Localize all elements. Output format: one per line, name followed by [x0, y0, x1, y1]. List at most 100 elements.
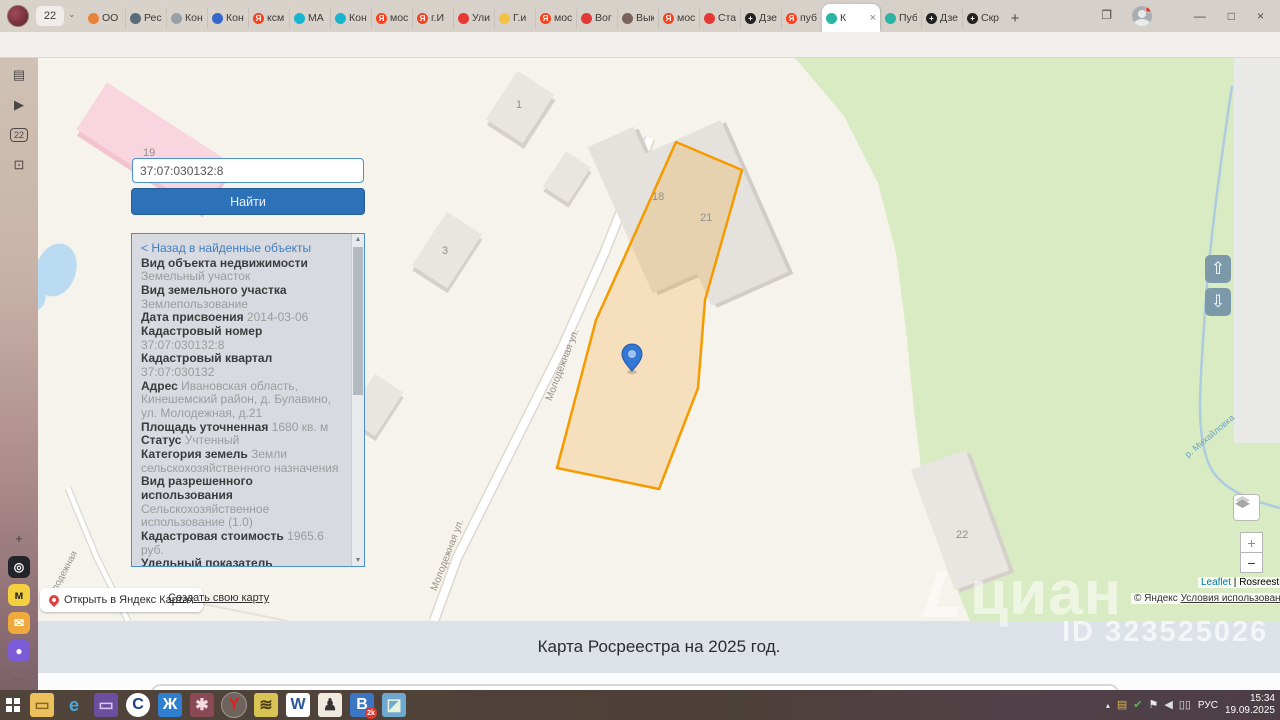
remote-app-icon[interactable]: ▭ — [94, 693, 118, 717]
tab-close-icon[interactable]: × — [870, 12, 876, 24]
tabs-count[interactable]: 22 — [0, 122, 38, 148]
tab[interactable]: Япуб — [781, 7, 822, 29]
bee-icon[interactable]: ≋ — [254, 693, 278, 717]
tab[interactable]: Яг.И — [412, 7, 453, 29]
side-panel-icon[interactable]: ❐ — [1101, 8, 1112, 22]
scrollbar-thumb[interactable] — [353, 247, 363, 395]
tab[interactable]: ОО — [84, 7, 125, 29]
leaflet-attribution: Leaflet | Rosreestr — [1198, 577, 1280, 588]
tray-sound-icon[interactable]: ◀ — [1164, 699, 1172, 711]
minimize-button[interactable]: — — [1194, 9, 1206, 23]
tabs-count-glyph: 22 — [9, 128, 28, 142]
yandex-attribution: © Яндекс Условия использования — [1131, 593, 1280, 604]
professor-icon[interactable]: ♟ — [318, 693, 342, 717]
profile-icon[interactable] — [1132, 6, 1152, 26]
down-arrow-icon: ⇩ — [1210, 292, 1226, 311]
tab[interactable]: МА — [289, 7, 330, 29]
close-button[interactable]: × — [1257, 9, 1264, 23]
map-canvas[interactable]: р. Михайловка 19 1 3 18 21 22 Молодежная… — [38, 58, 1280, 621]
tray-chevron-icon[interactable]: ▴ — [1106, 701, 1110, 710]
leaflet-link[interactable]: Leaflet — [1201, 577, 1231, 588]
tab[interactable]: Г.и — [494, 7, 535, 29]
zoom-in-button[interactable]: + — [1240, 532, 1263, 553]
tab[interactable]: Ста — [699, 7, 740, 29]
create-map-link[interactable]: Создать свою карту — [168, 592, 269, 604]
tab-label: Вог — [595, 12, 612, 24]
mail-app-icon[interactable]: ✉ — [8, 612, 30, 634]
tab-favicon-icon — [88, 12, 99, 24]
word-icon[interactable]: W — [286, 693, 310, 717]
cadastral-search-input[interactable] — [132, 158, 364, 183]
info-label: Кадастровый квартал — [141, 351, 273, 366]
tab-label: К — [840, 12, 847, 24]
tab-favicon-icon: Я — [663, 12, 674, 24]
tab-active[interactable]: К × — [822, 4, 880, 32]
pan-up-button[interactable]: ⇧ — [1205, 255, 1231, 283]
tab[interactable]: Рес — [125, 7, 166, 29]
tab-label: Ста — [718, 12, 736, 24]
tab-label: Г.и — [513, 12, 527, 24]
layers-button[interactable] — [1233, 494, 1260, 521]
pan-down-button[interactable]: ⇩ — [1205, 288, 1231, 316]
start-button[interactable] — [0, 690, 26, 720]
screenshot-icon[interactable]: ⊡ — [0, 152, 38, 178]
find-button[interactable]: Найти — [131, 188, 365, 215]
tab[interactable]: + Дзе — [921, 7, 962, 29]
photos-icon[interactable]: ◪ — [382, 693, 406, 717]
messenger-app-icon[interactable]: ◎ — [8, 556, 30, 578]
plot-label-3: 3 — [442, 245, 448, 257]
tab[interactable]: Пуб — [880, 7, 921, 29]
alice-app-icon[interactable]: ● — [8, 640, 30, 662]
tray-folder-icon[interactable]: ▤ — [1117, 699, 1127, 711]
tab[interactable]: + Скр — [962, 7, 1003, 29]
play-icon[interactable]: ▶ — [0, 92, 38, 118]
tab[interactable]: Ямос — [371, 7, 412, 29]
language-indicator[interactable]: РУС — [1198, 700, 1218, 711]
consultant-icon[interactable]: С — [126, 693, 150, 717]
tab[interactable]: Кон — [330, 7, 371, 29]
maximize-button[interactable]: □ — [1228, 9, 1235, 23]
tab[interactable]: Ямос — [658, 7, 699, 29]
yandex-browser-icon[interactable]: Y — [221, 692, 247, 718]
tab[interactable]: + Дзе — [740, 7, 781, 29]
system-tray: ▴ ▤ ✔ ⚑ ◀ ▯▯ РУС 15:34 19.09.2025 — [1106, 690, 1275, 720]
back-to-results-link[interactable]: < Назад в найденные объекты — [141, 241, 347, 256]
info-row: Вид разрешенного использования Сельскохо… — [141, 475, 347, 530]
browser-logo-icon[interactable] — [7, 5, 29, 27]
tab[interactable]: Кон — [207, 7, 248, 29]
tray-shield-icon[interactable]: ✔ — [1133, 699, 1142, 711]
terms-link[interactable]: Условия использования — [1181, 593, 1280, 604]
tab[interactable]: Яксм — [248, 7, 289, 29]
tab-label: мос — [390, 12, 408, 24]
feed-icon[interactable]: ▤ — [0, 62, 38, 88]
tray-flag-icon[interactable]: ⚑ — [1148, 699, 1158, 711]
nalog-icon[interactable]: Ж — [158, 693, 182, 717]
vk-2k-icon[interactable]: В 2k — [350, 693, 377, 719]
info-label: Вид разрешенного использования — [141, 474, 253, 503]
tab-counter-chevron-icon[interactable]: ⌄ — [68, 9, 76, 20]
tray-network-icon[interactable]: ▯▯ — [1179, 699, 1191, 711]
explorer-icon[interactable]: ▭ — [30, 693, 54, 717]
music-app-icon[interactable]: м — [8, 584, 30, 606]
more-icon[interactable]: ⋯ — [8, 668, 30, 690]
tab[interactable]: Вог — [576, 7, 617, 29]
tab-counter[interactable]: 22 — [36, 6, 64, 26]
flowers-icon[interactable]: ✱ — [190, 693, 214, 717]
clock-time: 15:34 — [1249, 693, 1275, 704]
tab-favicon-icon: Я — [376, 12, 387, 24]
scroll-down-icon[interactable]: ▼ — [352, 557, 364, 564]
tab[interactable]: Ули — [453, 7, 494, 29]
clock[interactable]: 15:34 19.09.2025 — [1225, 693, 1275, 717]
tab-label: пуб — [800, 12, 818, 24]
tab[interactable]: Ямос — [535, 7, 576, 29]
panel-scrollbar[interactable]: ▲ ▼ — [351, 234, 364, 566]
new-tab-button[interactable]: + — [1003, 10, 1027, 27]
zoom-out-button[interactable]: − — [1240, 552, 1263, 573]
add-panel-icon[interactable]: + — [8, 528, 30, 550]
tab[interactable]: Вык — [617, 7, 658, 29]
tab-favicon-icon — [499, 12, 510, 24]
tab[interactable]: Кон — [166, 7, 207, 29]
tab-favicon-icon — [458, 12, 469, 24]
scroll-up-icon[interactable]: ▲ — [352, 236, 364, 243]
ie-icon[interactable]: e — [62, 693, 86, 717]
